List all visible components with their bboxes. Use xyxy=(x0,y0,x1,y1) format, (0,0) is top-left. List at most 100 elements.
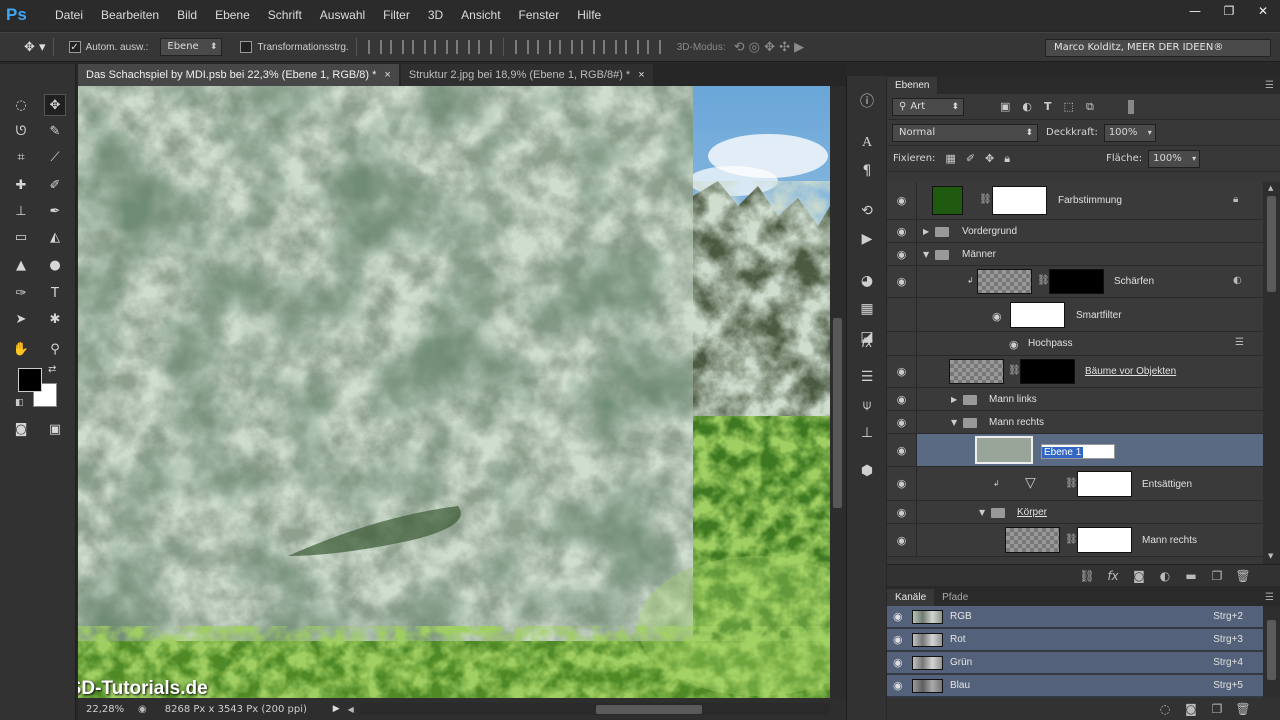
foreground-color-swatch[interactable] xyxy=(18,368,42,392)
visibility-eye-icon[interactable]: ◉ xyxy=(893,656,903,669)
channel-row-rot[interactable]: ◉ Rot Strg+3 xyxy=(887,629,1263,651)
close-tab-icon[interactable]: × xyxy=(638,69,644,81)
swap-colors-icon[interactable]: ⇄ xyxy=(48,364,56,375)
layer-name[interactable]: Bäume vor Objekten xyxy=(1085,366,1176,377)
distribute-right-icon[interactable] xyxy=(624,40,639,54)
menu-ansicht[interactable]: Ansicht xyxy=(452,0,509,30)
clone-stamp-tool-icon[interactable]: ⊥ xyxy=(10,200,32,222)
layer-name-input[interactable]: Ebene 1 xyxy=(1041,444,1115,459)
layer-mask-thumb[interactable] xyxy=(1077,471,1132,497)
menu-filter[interactable]: Filter xyxy=(374,0,419,30)
visibility-eye-icon[interactable] xyxy=(887,298,917,331)
layer-smartfilter[interactable]: ◉ Smartfilter xyxy=(887,298,1263,332)
menu-hilfe[interactable]: Hilfe xyxy=(568,0,610,30)
move-tool-preset-icon[interactable]: ✥ ▾ xyxy=(24,40,46,55)
custom-shape-tool-icon[interactable]: ✱ xyxy=(44,308,66,330)
filter-smartobject-icon[interactable]: ⧉ xyxy=(1086,100,1094,114)
visibility-eye-icon[interactable]: ◉ xyxy=(992,310,1002,323)
layer-mask-thumb[interactable] xyxy=(992,186,1047,215)
link-icon[interactable]: ⛓ xyxy=(979,194,992,205)
visibility-eye-icon[interactable]: ◉ xyxy=(887,524,917,556)
channel-row-gruen[interactable]: ◉ Grün Strg+4 xyxy=(887,652,1263,674)
filter-options-icon[interactable]: ☰ xyxy=(1235,337,1244,348)
auto-select-checkbox[interactable]: ✓ xyxy=(68,41,81,53)
tab-kanaele[interactable]: Kanäle xyxy=(887,589,935,606)
align-hcenter-icon[interactable] xyxy=(455,40,470,54)
collapse-arrow-icon[interactable]: ▼ xyxy=(951,418,957,427)
scroll-thumb[interactable] xyxy=(1267,620,1276,680)
visibility-eye-icon[interactable]: ◉ xyxy=(887,220,917,242)
align-right-icon[interactable] xyxy=(477,40,492,54)
transform-controls-checkbox[interactable] xyxy=(240,41,253,53)
visibility-eye-icon[interactable]: ◉ xyxy=(887,243,917,265)
layer-entsaettigen[interactable]: ◉ ↲ ▽ ⛓ Entsättigen xyxy=(887,467,1263,501)
save-selection-channel-icon[interactable]: ◙ xyxy=(1178,702,1204,716)
eraser-tool-icon[interactable]: ▭ xyxy=(10,226,32,248)
scroll-thumb[interactable] xyxy=(1267,196,1276,292)
quick-select-tool-icon[interactable]: ✎ xyxy=(44,120,66,142)
visibility-eye-icon[interactable]: ◉ xyxy=(893,610,903,623)
layers-scrollbar[interactable]: ▲ ▼ xyxy=(1263,182,1280,564)
canvas-horizontal-scrollbar[interactable] xyxy=(359,703,830,715)
channel-row-rgb[interactable]: ◉ RGB Strg+2 xyxy=(887,606,1263,628)
delete-layer-icon[interactable]: 🗑︎ xyxy=(1230,569,1256,583)
blur-tool-icon[interactable]: ▲ xyxy=(10,254,32,276)
scroll-down-arrow-icon[interactable]: ▼ xyxy=(1268,552,1273,560)
lasso-tool-icon[interactable]: ᘎ xyxy=(10,120,32,142)
menu-bild[interactable]: Bild xyxy=(168,0,206,30)
blend-mode-dropdown[interactable]: Normal xyxy=(892,123,1038,142)
new-layer-icon[interactable]: ❐ xyxy=(1204,569,1230,583)
align-left-icon[interactable] xyxy=(433,40,448,54)
restore-button[interactable]: ❐ xyxy=(1212,0,1246,22)
screen-mode-icon[interactable]: ▣ xyxy=(44,418,66,440)
fill-field[interactable]: 100% ▾ xyxy=(1148,149,1201,168)
auto-select-dropdown[interactable]: Ebene xyxy=(160,38,223,56)
align-vcenter-icon[interactable] xyxy=(389,40,404,54)
new-channel-icon[interactable]: ❐ xyxy=(1204,702,1230,716)
layer-schaerfen[interactable]: ◉ ↲ ⛓ Schärfen ◐ xyxy=(887,266,1263,298)
smartfilter-mask-thumb[interactable] xyxy=(1010,302,1065,328)
menu-fenster[interactable]: Fenster xyxy=(510,0,569,30)
color-panel-icon[interactable]: ◕ xyxy=(855,270,879,292)
visibility-eye-icon[interactable]: ◉ xyxy=(887,356,917,387)
adjustments-panel-icon[interactable]: ☰ xyxy=(855,366,879,388)
layer-name[interactable]: Smartfilter xyxy=(1076,310,1122,321)
distribute-top-icon[interactable] xyxy=(514,40,529,54)
info-panel-icon[interactable]: ⓘ xyxy=(855,90,879,112)
3d-rotate-icon[interactable]: ⟲ ◎ ✥ ✣ ▶ xyxy=(734,40,805,55)
layer-name[interactable]: Entsättigen xyxy=(1142,479,1192,490)
zoom-level[interactable]: 22,28% xyxy=(86,704,130,715)
layer-name[interactable]: Farbstimmung xyxy=(1058,195,1122,206)
path-select-tool-icon[interactable]: ➤ xyxy=(10,308,32,330)
visibility-eye-icon[interactable]: ◉ xyxy=(887,411,917,433)
new-adjustment-icon[interactable]: ◐ xyxy=(1152,569,1178,583)
hand-tool-icon[interactable]: ✋ xyxy=(10,338,32,360)
layer-group-mann-links[interactable]: ◉ ▶ Mann links xyxy=(887,388,1263,411)
status-share-icon[interactable]: ◉ xyxy=(138,704,147,715)
expand-arrow-icon[interactable]: ▶ xyxy=(951,395,957,404)
filter-shape-icon[interactable]: ⬚ xyxy=(1064,100,1074,113)
doc-tab-struktur[interactable]: Struktur 2.jpg bei 18,9% (Ebene 1, RGB/8… xyxy=(400,64,653,86)
new-group-icon[interactable]: ▬ xyxy=(1178,569,1204,583)
menu-ebene[interactable]: Ebene xyxy=(206,0,259,30)
type-tool-icon[interactable]: T xyxy=(44,282,66,304)
delete-channel-icon[interactable]: 🗑︎ xyxy=(1230,702,1256,716)
visibility-eye-icon[interactable]: ◉ xyxy=(893,633,903,646)
layer-hochpass[interactable]: ◉ Hochpass ☰ xyxy=(887,332,1263,356)
swatches-panel-icon[interactable]: ▦ xyxy=(855,298,879,320)
layer-name[interactable]: Körper xyxy=(1017,507,1047,518)
link-icon[interactable]: ⛓ xyxy=(1008,365,1021,376)
tab-pfade[interactable]: Pfade xyxy=(934,589,976,606)
distribute-bottom-icon[interactable] xyxy=(558,40,573,54)
link-icon[interactable]: ⛓ xyxy=(1037,275,1050,286)
document-canvas[interactable]: PSD-Tutorials.de xyxy=(78,86,830,698)
visibility-eye-icon[interactable]: ◉ xyxy=(887,501,917,523)
layer-group-maenner[interactable]: ◉ ▼ Männer xyxy=(887,243,1263,266)
pen-tool-icon[interactable]: ✑ xyxy=(10,282,32,304)
crop-tool-icon[interactable]: ⌗ xyxy=(10,146,32,168)
layer-group-koerper[interactable]: ◉ ▼ Körper xyxy=(887,501,1263,524)
history-brush-tool-icon[interactable]: ✒ xyxy=(44,200,66,222)
auto-align-icon[interactable] xyxy=(646,40,661,54)
eyedropper-tool-icon[interactable]: ⟋ xyxy=(44,146,66,168)
visibility-eye-icon[interactable] xyxy=(887,332,917,355)
